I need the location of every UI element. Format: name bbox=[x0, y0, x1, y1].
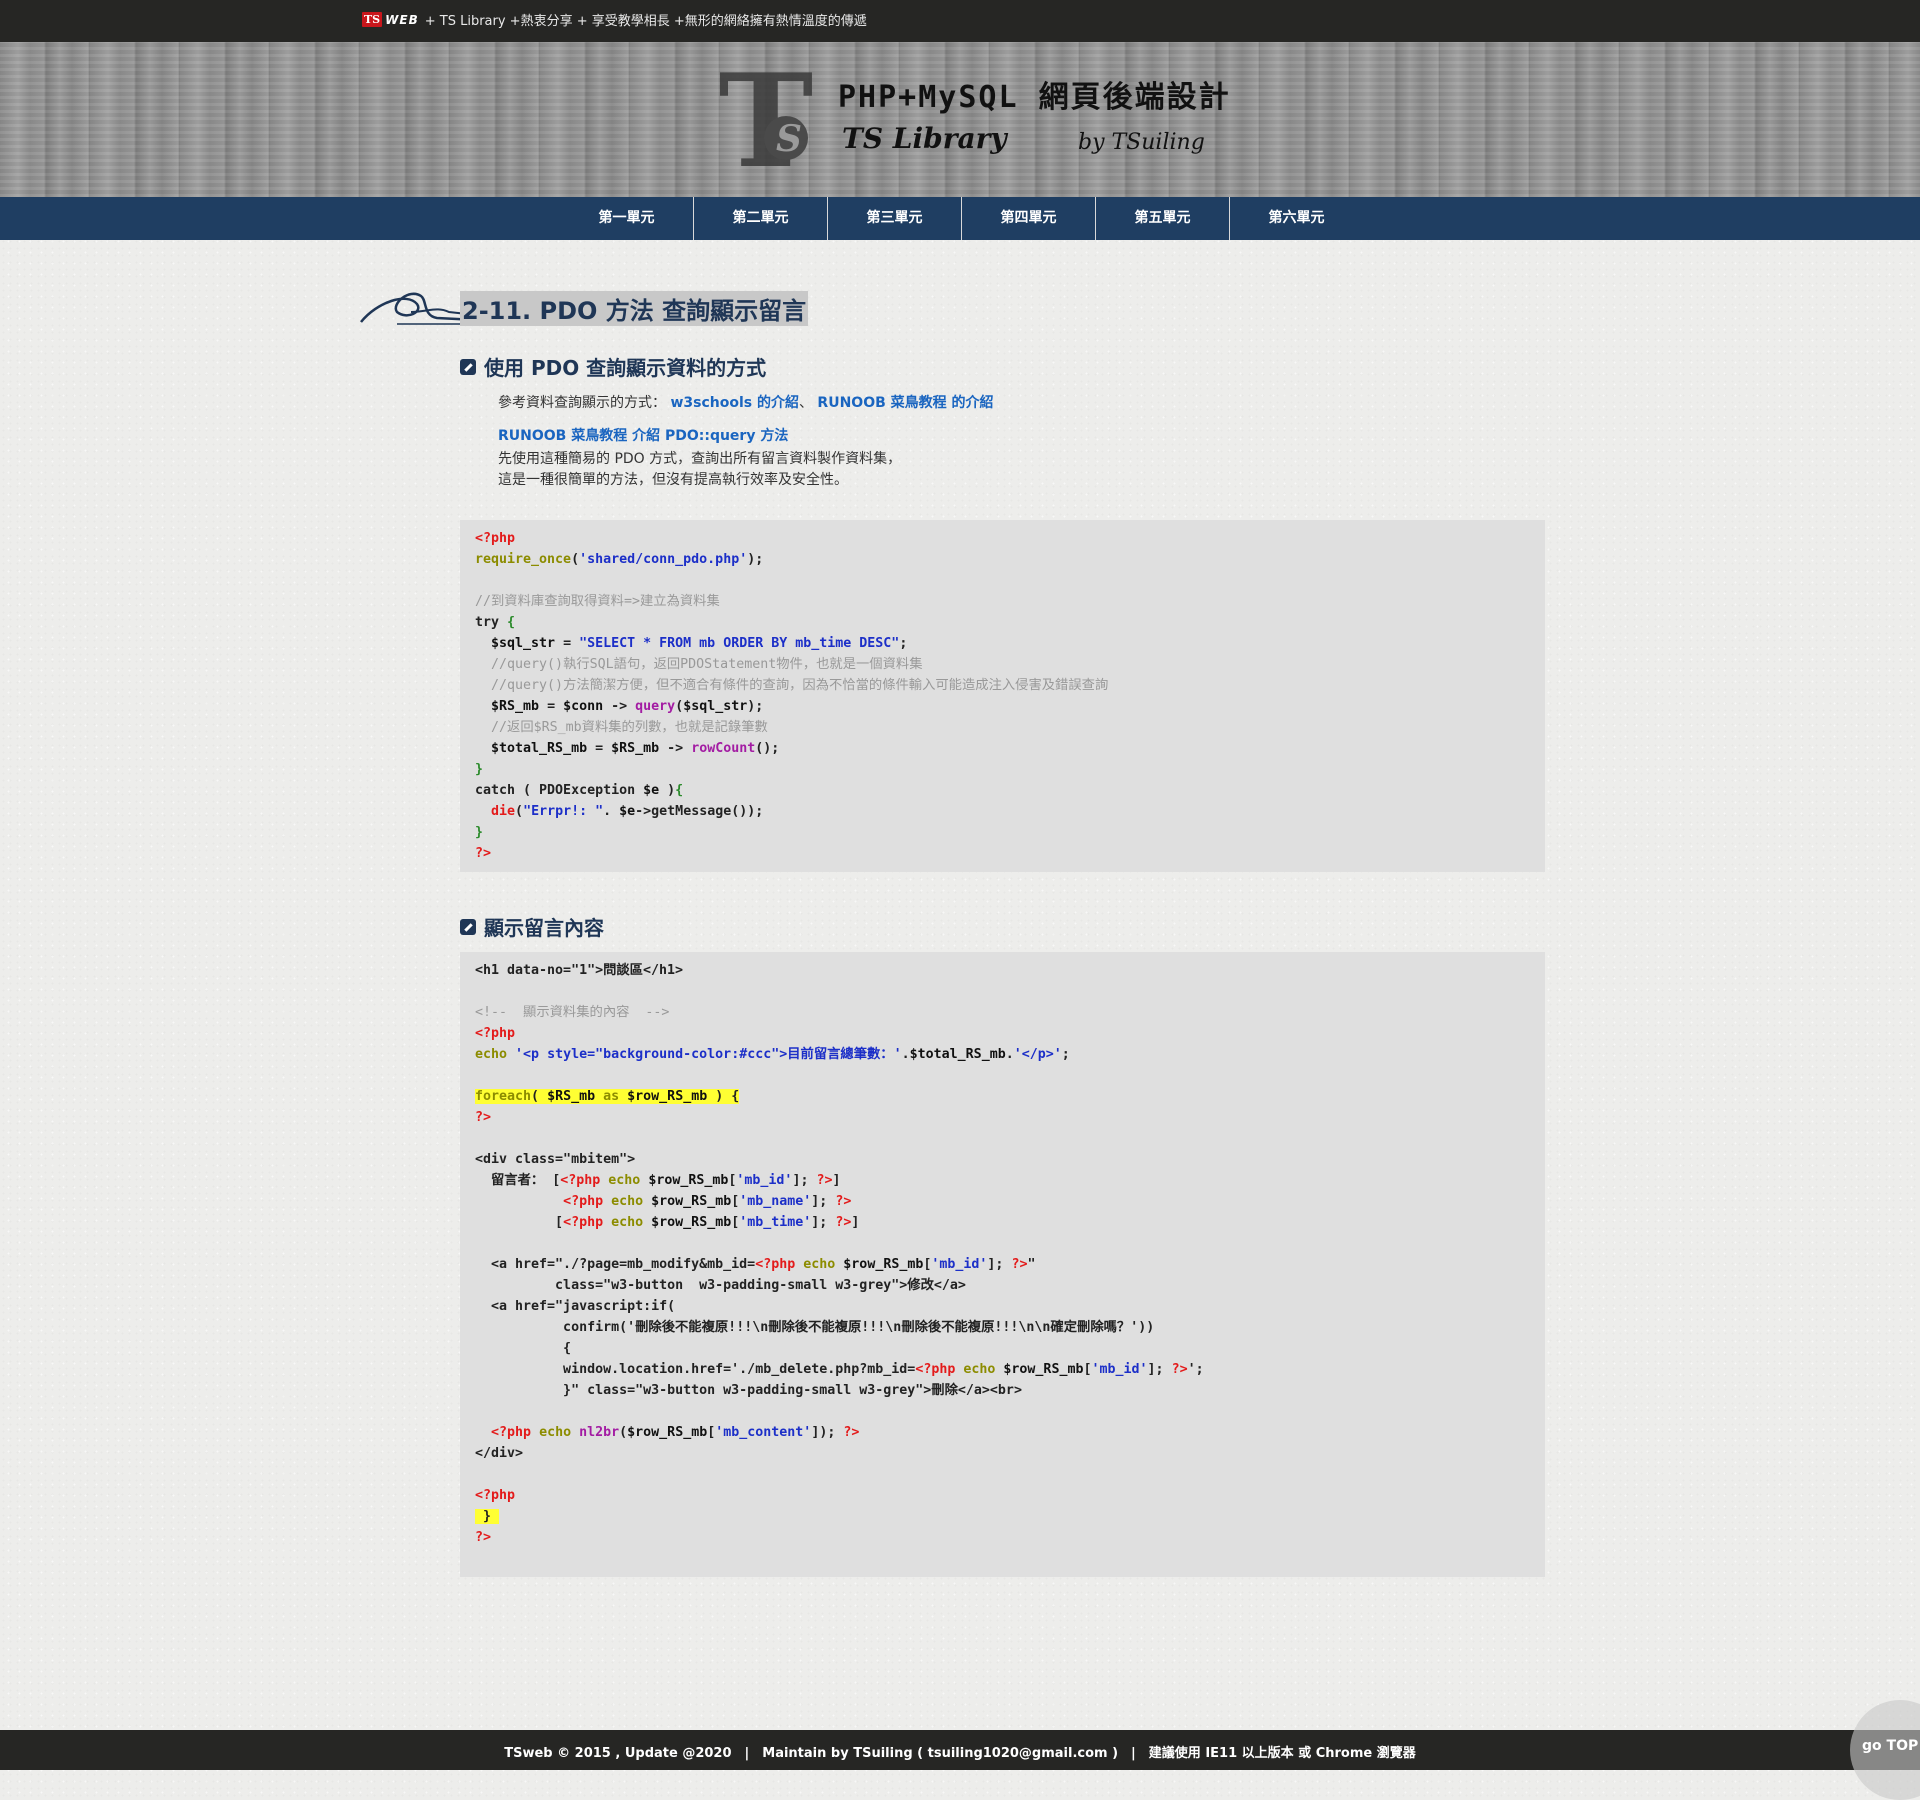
edit-icon bbox=[460, 918, 476, 935]
go-top-label: go TOP bbox=[1862, 1738, 1919, 1754]
code-content-display: <h1 data-no="1">問談區</h1> <!-- 顯示資料集的內容 -… bbox=[475, 963, 1204, 1545]
nav-item-unit-5[interactable]: 第五單元 bbox=[1096, 197, 1230, 240]
site-tagline: + TS Library +熱衷分享 + 享受教學相長 +無形的網絡擁有熱情溫度… bbox=[424, 14, 867, 29]
site-subtitle: TS Library bbox=[842, 122, 1007, 155]
description-line-2: 這是一種很簡單的方法，但沒有提高執行效率及安全性。 bbox=[498, 472, 848, 488]
ts-logo-mini: TS bbox=[362, 12, 383, 27]
section-heading-pdo-query: 使用 PDO 查詢顯示資料的方式 bbox=[460, 352, 766, 381]
page-title: 2-11. PDO 方法 查詢顯示留言 bbox=[460, 291, 809, 326]
link-runoob-pdo-query[interactable]: RUNOOB 菜鳥教程 介紹 PDO::query 方法 bbox=[498, 428, 788, 444]
nav-item-unit-1[interactable]: 第一單元 bbox=[560, 197, 694, 240]
web-logo-mini: WEB bbox=[385, 12, 419, 27]
top-bar-text-group: TS WEB + TS Library +熱衷分享 + 享受教學相長 +無形的網… bbox=[362, 10, 867, 29]
nav-item-unit-4[interactable]: 第四單元 bbox=[962, 197, 1096, 240]
code-content-query: <?php require_once('shared/conn_pdo.php'… bbox=[475, 531, 1109, 861]
link-w3schools[interactable]: w3schools 的介紹 bbox=[670, 395, 799, 411]
nav-items: 第一單元 第二單元 第三單元 第四單元 第五單元 第六單元 bbox=[560, 197, 1363, 240]
link-runoob[interactable]: RUNOOB 菜鳥教程 的介紹 bbox=[817, 395, 993, 411]
top-bar: TS WEB + TS Library +熱衷分享 + 享受教學相長 +無形的網… bbox=[0, 0, 1920, 42]
reference-line-2: RUNOOB 菜鳥教程 介紹 PDO::query 方法 bbox=[498, 425, 788, 445]
reference-line: 參考資料查詢顯示的方式： w3schools 的介紹、 RUNOOB 菜鳥教程 … bbox=[498, 392, 994, 412]
ts-logo[interactable]: T S bbox=[720, 58, 830, 178]
footer-text: TSweb © 2015 , Update @2020 | Maintain b… bbox=[504, 1746, 1416, 1761]
reference-prefix: 參考資料查詢顯示的方式： bbox=[498, 395, 666, 411]
site-footer: TSweb © 2015 , Update @2020 | Maintain b… bbox=[0, 1730, 1920, 1770]
nav-item-unit-3[interactable]: 第三單元 bbox=[828, 197, 962, 240]
site-author: by TSuiling bbox=[1078, 130, 1205, 155]
section-heading-text: 使用 PDO 查詢顯示資料的方式 bbox=[484, 356, 767, 380]
nav-item-unit-6[interactable]: 第六單元 bbox=[1230, 197, 1363, 240]
description-line-1: 先使用這種簡易的 PDO 方式，查詢出所有留言資料製作資料集， bbox=[498, 451, 902, 467]
section-heading-text: 顯示留言內容 bbox=[484, 916, 604, 940]
site-title: PHP+MySQL 網頁後端設計 bbox=[838, 80, 1231, 115]
code-block-display: <h1 data-no="1">問談區</h1> <!-- 顯示資料集的內容 -… bbox=[460, 952, 1545, 1577]
svg-text:S: S bbox=[776, 118, 802, 160]
edit-icon bbox=[460, 358, 476, 375]
main-nav: 第一單元 第二單元 第三單元 第四單元 第五單元 第六單元 bbox=[0, 197, 1920, 240]
nav-item-unit-2[interactable]: 第二單元 bbox=[694, 197, 828, 240]
reference-separator: 、 bbox=[798, 395, 813, 411]
site-banner: T S PHP+MySQL 網頁後端設計 TS Library by TSuil… bbox=[0, 42, 1920, 197]
section-heading-show-messages: 顯示留言內容 bbox=[460, 912, 604, 941]
code-block-query: <?php require_once('shared/conn_pdo.php'… bbox=[460, 520, 1545, 872]
go-top-button[interactable]: go TOP bbox=[1850, 1700, 1920, 1800]
